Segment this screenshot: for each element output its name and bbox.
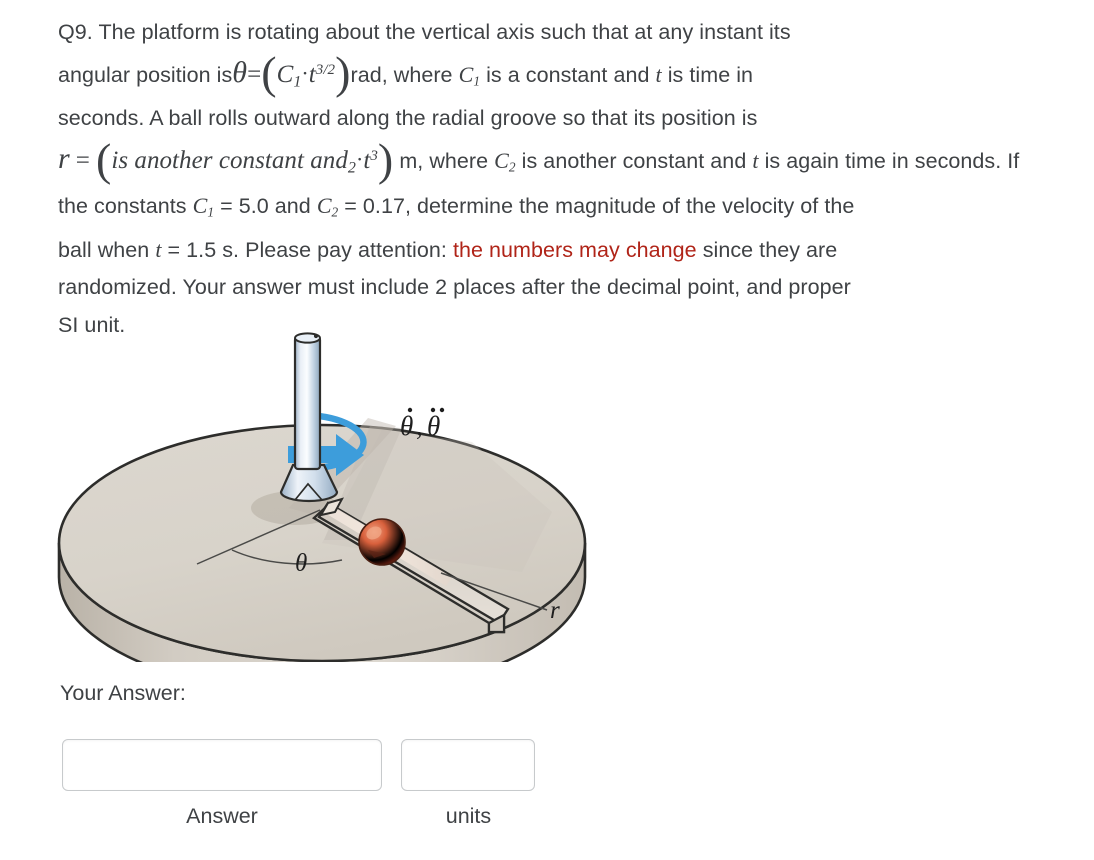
theta-label: θ bbox=[295, 550, 307, 577]
time-variable-1: t bbox=[308, 60, 316, 88]
equals-sign-2: = bbox=[75, 146, 90, 174]
line4-text-b: is another constant and bbox=[521, 148, 747, 173]
ball bbox=[358, 518, 406, 566]
r-label: r bbox=[550, 597, 560, 624]
line4-text-c: is again time in seconds. If bbox=[764, 148, 1020, 173]
constant-c1-symbol-2: C bbox=[458, 61, 474, 87]
open-paren-1: ( bbox=[261, 47, 277, 99]
line6-text-a: ball when bbox=[58, 237, 150, 262]
units-field-caption: units bbox=[445, 804, 492, 828]
question-text: Q9. The platform is rotating about the v… bbox=[58, 14, 1043, 344]
svg-text:θ: θ bbox=[400, 411, 413, 441]
answer-fields-row: Answer units bbox=[62, 739, 536, 829]
question-page: Q9. The platform is rotating about the v… bbox=[0, 0, 1094, 860]
close-paren-2: ) bbox=[377, 133, 394, 185]
vertical-shaft bbox=[293, 335, 322, 471]
open-paren-2: ( bbox=[95, 133, 112, 185]
platform-diagram: θ r θ , θ bbox=[52, 322, 592, 697]
randomization-warning: the numbers may change bbox=[452, 237, 697, 262]
line2-text-a: angular position is bbox=[58, 62, 233, 87]
constant-c2-symbol: is another constant and bbox=[111, 146, 348, 174]
line4-text-a: m, where bbox=[399, 148, 489, 173]
line2-text-d: is time in bbox=[667, 62, 754, 87]
radius-variable: r bbox=[58, 141, 70, 175]
time-variable-4: t bbox=[752, 147, 759, 173]
constant-c1-symbol-3: C bbox=[192, 192, 208, 218]
time-value-text: = 1.5 s. Please pay attention: bbox=[167, 237, 447, 262]
question-line-1: Q9. The platform is rotating about the v… bbox=[58, 20, 791, 44]
time-variable-2: t bbox=[655, 61, 662, 87]
answer-field-caption: Answer bbox=[186, 804, 258, 828]
svg-text:θ: θ bbox=[427, 411, 440, 441]
platform-diagram-svg: θ r θ , θ bbox=[57, 332, 587, 697]
theta-symbol: θ bbox=[232, 55, 248, 89]
question-line-6: ball when t = 1.5 s. Please pay attentio… bbox=[58, 231, 1043, 270]
svg-text:,: , bbox=[416, 411, 423, 441]
line2-text-c: is a constant and bbox=[486, 62, 650, 87]
question-line-4: r = (is another constant and2·t3) m, whe… bbox=[58, 136, 1043, 187]
constant-c1-symbol: C bbox=[276, 60, 294, 88]
constant-c2-subscript-3: 2 bbox=[331, 204, 339, 220]
radius-exponent: 3 bbox=[370, 147, 378, 164]
time-variable-5: t bbox=[155, 236, 162, 262]
units-input[interactable] bbox=[401, 739, 536, 791]
question-line-2: angular position isθ=(C1·t3/2)rad, where… bbox=[58, 50, 1043, 101]
shaft-top-dot bbox=[313, 333, 319, 339]
line5-text-a: the constants bbox=[58, 193, 187, 218]
constant-c2-symbol-3: C bbox=[316, 192, 332, 218]
close-paren-1: ) bbox=[335, 47, 351, 99]
theta-exponent: 3/2 bbox=[315, 61, 336, 78]
constant-c2-subscript-2: 2 bbox=[508, 159, 516, 175]
equals-sign-1: = bbox=[247, 60, 262, 88]
question-line-3: seconds. A ball rolls outward along the … bbox=[58, 106, 758, 131]
constant-c1-subscript-2: 1 bbox=[473, 73, 481, 89]
constant-c2-symbol-2: C bbox=[494, 147, 509, 173]
constant-c1-subscript-3: 1 bbox=[207, 204, 215, 220]
constant-c2-subscript: 2 bbox=[347, 159, 356, 177]
question-line-5: the constants C1 = 5.0 and C2 = 0.17, de… bbox=[58, 187, 1043, 231]
line6-text-b: since they are bbox=[702, 237, 838, 262]
your-answer-label: Your Answer: bbox=[60, 681, 186, 705]
line2-text-b: rad, where bbox=[350, 62, 453, 87]
question-line-7: randomized. Your answer must include 2 p… bbox=[58, 275, 851, 300]
units-field-group: units bbox=[401, 739, 536, 829]
c1-value-text: = 5.0 and bbox=[220, 193, 311, 218]
theta-rate-label: θ , θ bbox=[400, 407, 445, 441]
answer-field-group: Answer bbox=[62, 739, 382, 829]
answer-input[interactable] bbox=[62, 739, 382, 791]
multiplication-dot-1: · bbox=[301, 59, 309, 85]
c2-value-text: = 0.17, determine the magnitude of the v… bbox=[344, 193, 855, 218]
